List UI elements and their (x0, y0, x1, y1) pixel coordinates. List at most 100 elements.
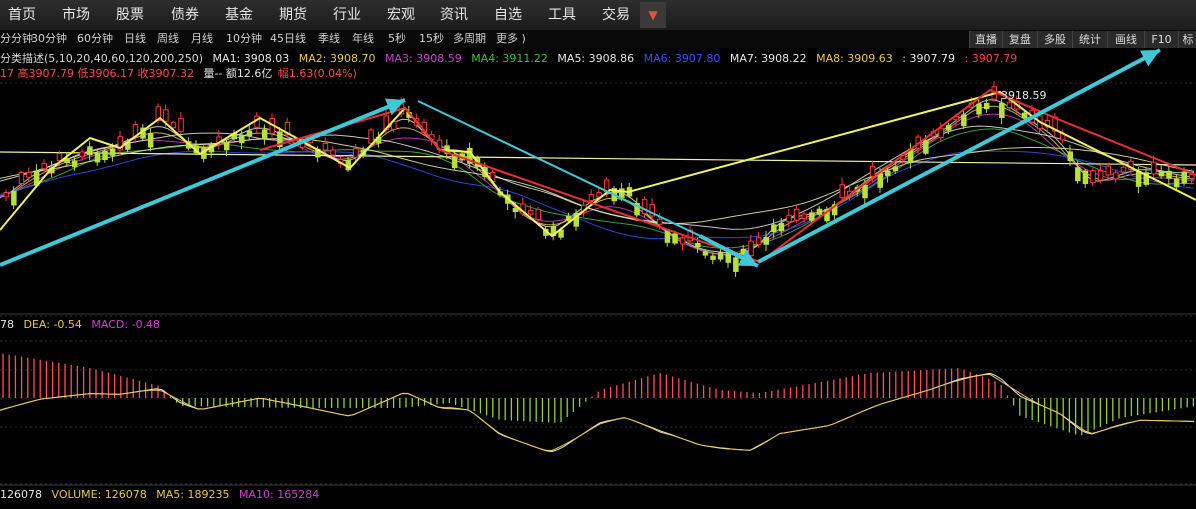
candle-body (71, 160, 78, 168)
uptrend-arrow-1-head (384, 98, 405, 116)
candle-body (938, 127, 944, 138)
tf-30min[interactable]: 30分钟 (31, 30, 67, 48)
candle-body (733, 257, 739, 272)
replay-button[interactable]: 复盘 (1002, 31, 1037, 48)
candle-body (801, 213, 807, 219)
candle-body (353, 148, 359, 158)
ma-legend: 分类描述(5,10,20,40,60,120,200,250) MA1: 390… (0, 51, 1023, 66)
macd-panel (0, 353, 1195, 453)
candle-body (1173, 178, 1180, 188)
menu-futures[interactable]: 期货 (279, 0, 307, 30)
candle-body (976, 103, 982, 115)
menu-stocks[interactable]: 股票 (116, 0, 144, 30)
ma5-value: MA5: 3908.86 (557, 52, 635, 65)
candle-body (497, 191, 503, 196)
tf-yearly[interactable]: 年线 (352, 30, 374, 48)
ma-line (0, 138, 1195, 224)
candle-body (18, 172, 25, 184)
tf-15sec[interactable]: 15秒 (419, 30, 444, 48)
tf-multi-period[interactable]: 多周期 (453, 30, 486, 48)
tf-daily[interactable]: 日线 (124, 30, 146, 48)
f10-button[interactable]: F10 (1144, 31, 1178, 48)
candle-body (748, 240, 754, 257)
candle-body (565, 215, 572, 222)
tf-5sec[interactable]: 5秒 (388, 30, 406, 48)
candle-body (231, 132, 237, 140)
candle-body (193, 145, 199, 154)
candle-body (406, 111, 412, 118)
quote-amplitude: 幅1.63(0.04%) (277, 67, 357, 80)
candle-body (489, 172, 496, 182)
candle-body (778, 223, 785, 232)
tf-1min[interactable]: 分分钟 (0, 30, 33, 48)
candle-body (634, 203, 640, 216)
candle-body (763, 237, 769, 245)
menu-bonds[interactable]: 债券 (171, 0, 199, 30)
downtrend-arrow-head (699, 234, 759, 268)
volume-value: VOLUME: 126078 (51, 488, 147, 501)
tf-45day[interactable]: 45日线 (270, 30, 306, 48)
candle-body (375, 136, 382, 144)
draw-line-button[interactable]: 画线 (1107, 31, 1144, 48)
candle-body (877, 173, 883, 188)
ma-legend-prefix: 分类描述(5,10,20,40,60,120,200,250) (0, 52, 204, 65)
menu-news[interactable]: 资讯 (440, 0, 468, 30)
tf-quarterly[interactable]: 季线 (318, 30, 340, 48)
candle-body (626, 187, 633, 197)
candle-body (79, 151, 85, 158)
candle-body (1105, 165, 1111, 176)
candle-body (3, 192, 9, 198)
live-button[interactable]: 直播 (969, 31, 1002, 48)
candle-body (1151, 161, 1157, 175)
macd-value: MACD: -0.48 (91, 318, 161, 331)
candle-body (140, 127, 146, 139)
mark-button[interactable]: 标 (1178, 31, 1196, 48)
tf-weekly[interactable]: 周线 (157, 30, 179, 48)
ma6-value: MA6: 3907.80 (643, 52, 721, 65)
tf-60min[interactable]: 60分钟 (77, 30, 113, 48)
menu-tools[interactable]: 工具 (548, 0, 576, 30)
menu-home[interactable]: 首页 (8, 0, 36, 30)
candle-body (1052, 116, 1058, 132)
candle-body (1006, 101, 1013, 109)
candle-body (1037, 115, 1043, 130)
ma2-value: MA2: 3908.70 (298, 52, 376, 65)
candle-body (1113, 172, 1119, 180)
candle-body (391, 120, 397, 130)
menu-macro[interactable]: 宏观 (387, 0, 415, 30)
candle-body (216, 136, 222, 145)
menu-dropdown-icon[interactable]: ▼ (640, 2, 666, 28)
uptrend-arrow-1 (0, 98, 406, 267)
quote-legend: 17 高3907.79 低3906.17 收3907.32 量-- 额12.6亿… (0, 66, 363, 81)
menu-watchlist[interactable]: 自选 (494, 0, 522, 30)
downtrend-arrow-head-head (737, 249, 758, 266)
candle-body (854, 186, 861, 192)
menu-funds[interactable]: 基金 (225, 0, 253, 30)
candle-body (239, 134, 245, 144)
macd-dif-line (0, 372, 1195, 453)
candle-body (368, 129, 374, 144)
ma-line (0, 99, 1195, 255)
candle-body (330, 149, 336, 156)
tf-10min[interactable]: 10分钟 (226, 30, 262, 48)
tf-monthly[interactable]: 月线 (191, 30, 213, 48)
candle-body (1044, 119, 1051, 128)
candle-body (755, 237, 762, 245)
menu-industry[interactable]: 行业 (333, 0, 361, 30)
candle-body (444, 145, 450, 154)
multi-stock-button[interactable]: 多股 (1037, 31, 1072, 48)
menu-trade[interactable]: 交易 (602, 0, 630, 30)
ma-line (0, 105, 1195, 256)
ma-line (0, 125, 1195, 230)
candle-body (991, 86, 997, 100)
moving-average-lines (0, 99, 1196, 256)
candle-body (56, 152, 63, 161)
candle-body (702, 251, 709, 256)
menu-market[interactable]: 市场 (62, 0, 90, 30)
candle-body (847, 190, 853, 197)
tf-more[interactable]: 更多 ) (496, 30, 526, 48)
candle-body (520, 203, 526, 215)
statistics-button[interactable]: 统计 (1072, 31, 1107, 48)
candle-body (725, 252, 731, 263)
candle-body (573, 212, 579, 227)
